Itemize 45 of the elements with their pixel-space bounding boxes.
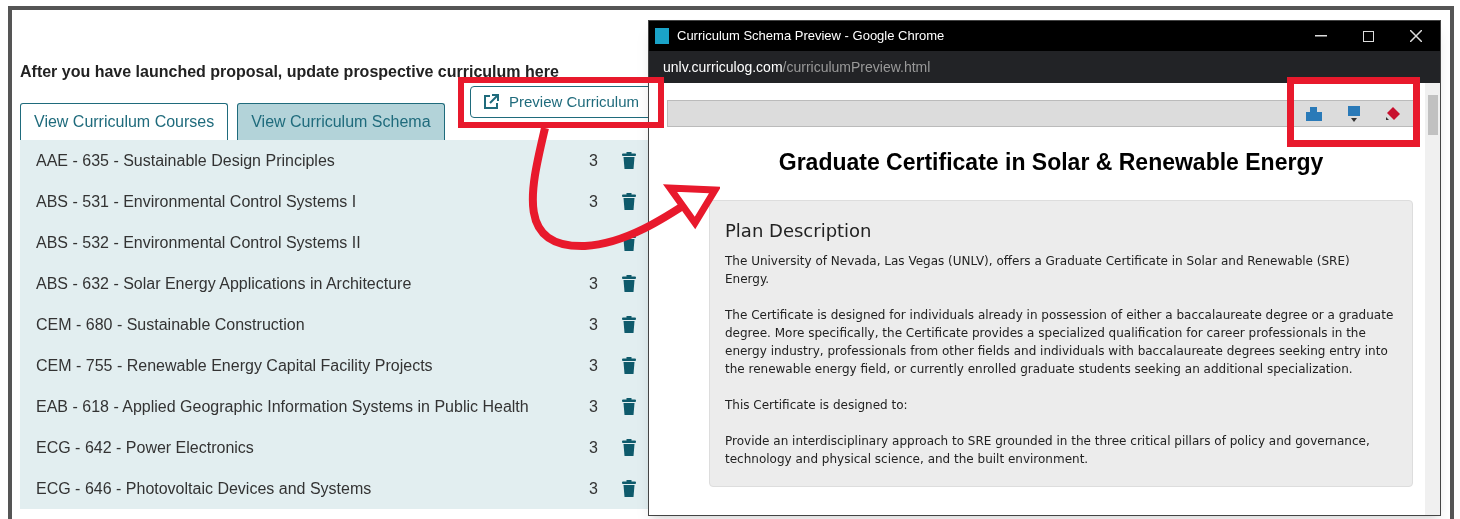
paragraph: This Certificate is designed to: [725,396,909,414]
trash-icon[interactable] [622,357,636,374]
course-name: CEM - 755 - Renewable Energy Capital Facility Projects [36,355,434,376]
maximize-icon[interactable] [1363,30,1374,42]
app-logo-icon [655,28,669,44]
course-credits: 3 [589,396,598,417]
course-credits: 3 [589,478,598,499]
printer-icon[interactable] [1306,106,1322,121]
course-credits: 3 [589,314,598,335]
course-credits: 3 [589,273,598,294]
trash-icon[interactable] [622,480,636,497]
course-name: ABS - 532 - Environmental Control Systems II [36,232,362,253]
course-name: ECG - 646 - Photovoltaic Devices and Systems [36,478,373,499]
course-credits: 3 [589,437,598,458]
course-name: EAB - 618 - Applied Geographic Information Systems in Public Health [36,396,530,417]
course-credits: 3 [589,191,598,212]
section-title: Plan Description [725,218,873,243]
paragraph: The University of Nevada, Las Vegas (UNLV), offers a Graduate Certificate in Solar and Renewable (SRE) Energy. [725,252,1351,288]
trash-icon[interactable] [622,439,636,456]
paragraph: The Certificate is designed for individuals already in possession of either a baccalaureate degree or a graduate degree. More specifically, the Certificate provides a specialized qualification for career professionals in the energy industry, professionals from other fields and individuals with baccalaureate degrees seeking entry into the renewable energy field, or currently enrolled graduate students seeking an additional specialization. [725,306,1395,378]
bookmark-icon[interactable] [1348,105,1360,122]
course-name: ABS - 531 - Environmental Control Systems I [36,191,358,212]
course-name: ECG - 642 - Power Electronics [36,437,255,458]
minimize-icon[interactable] [1315,35,1327,37]
course-name: ABS - 632 - Solar Energy Applications in Architecture [36,273,413,294]
trash-icon[interactable] [622,398,636,415]
window-title: Curriculum Schema Preview - Google Chrome [677,27,946,46]
trash-icon[interactable] [622,234,636,251]
scrollbar[interactable] [1425,83,1440,515]
trash-icon[interactable] [622,152,636,169]
course-name: AAE - 635 - Sustainable Design Principles [36,150,336,171]
tab[interactable]: View Curriculum Schema [237,103,445,140]
trash-icon[interactable] [622,193,636,210]
document-title: Graduate Certificate in Solar & Renewable Energy [777,148,1325,177]
course-name: CEM - 680 - Sustainable Construction [36,314,306,335]
section-heading: After you have launched proposal, update prospective curriculum here [20,62,559,82]
trash-icon[interactable] [622,316,636,333]
close-icon[interactable] [1410,30,1422,42]
course-credits: 3 [589,355,598,376]
external-link-icon [483,94,499,110]
trash-icon[interactable] [622,275,636,292]
paragraph: Provide an interdisciplinary approach to SRE grounded in the three critical pillars of policy and governance, technology and physical science, and the built environment. [725,432,1371,468]
eraser-icon[interactable] [1386,106,1400,121]
tab[interactable]: View Curriculum Courses [20,103,229,140]
course-credits: 3 [589,150,598,171]
